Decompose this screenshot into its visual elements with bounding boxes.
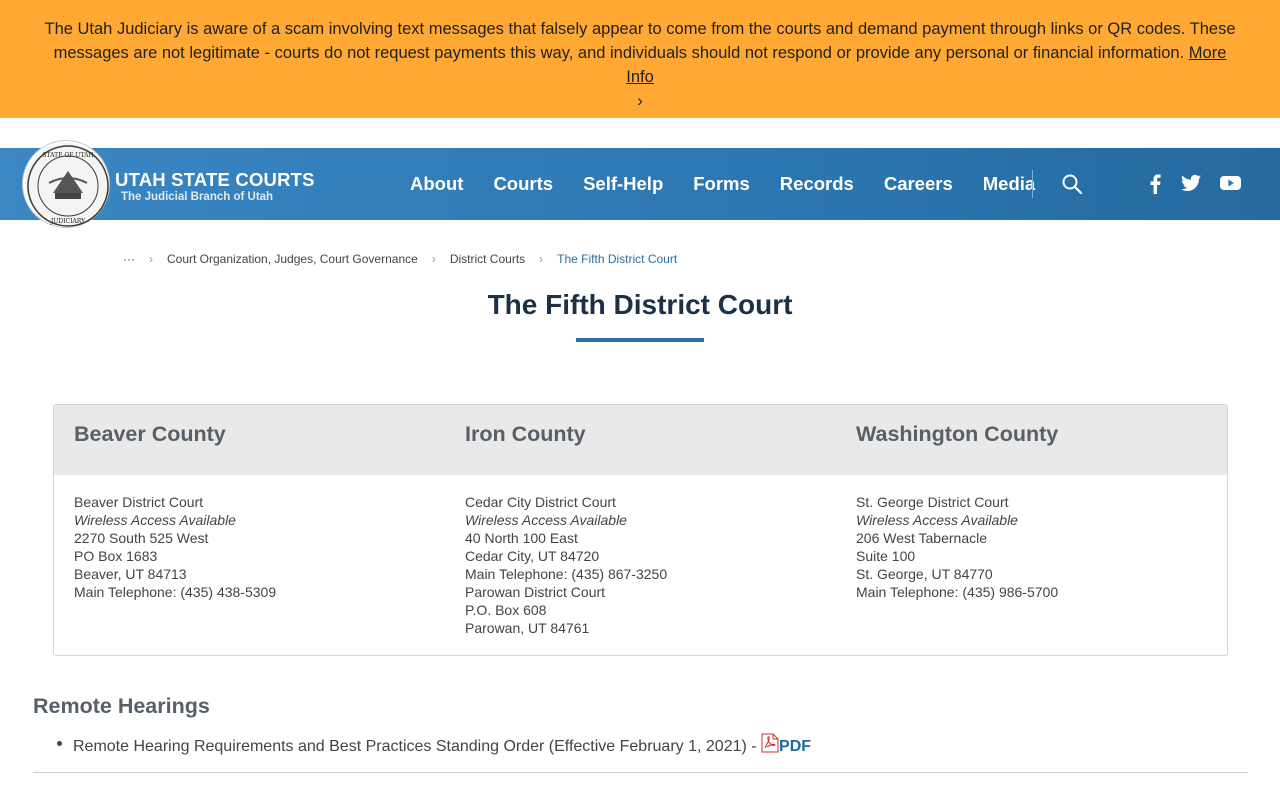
remote-hearings-list: Remote Hearing Requirements and Best Pra… — [57, 733, 811, 756]
breadcrumb-separator: › — [149, 252, 153, 266]
main-nav: About Courts Self-Help Forms Records Car… — [410, 148, 1065, 220]
nav-forms[interactable]: Forms — [693, 173, 750, 195]
nav-media[interactable]: Media — [983, 173, 1035, 195]
address-line: Cedar City, UT 84720 — [465, 548, 600, 564]
nav-courts[interactable]: Courts — [493, 173, 553, 195]
nav-records[interactable]: Records — [780, 173, 854, 195]
county-details-beaver: Beaver District Court Wireless Access Av… — [74, 493, 276, 601]
address-line: St. George, UT 84770 — [856, 566, 993, 582]
county-table-header: Beaver County Iron County Washington Cou… — [54, 405, 1227, 475]
wireless-note: Wireless Access Available — [465, 512, 627, 528]
address-line: 2270 South 525 West — [74, 530, 209, 546]
breadcrumb-current: The Fifth District Court — [557, 252, 678, 266]
twitter-icon[interactable] — [1181, 174, 1201, 194]
address-line: 40 North 100 East — [465, 530, 578, 546]
address-line: 206 West Tabernacle — [856, 530, 988, 546]
section-divider — [33, 772, 1248, 773]
breadcrumb: ··· › Court Organization, Judges, Court … — [123, 252, 677, 266]
youtube-icon[interactable] — [1220, 174, 1241, 194]
phone-line: Main Telephone: (435) 438-5309 — [74, 584, 277, 600]
nav-careers[interactable]: Careers — [884, 173, 953, 195]
address-line: Suite 100 — [856, 548, 916, 564]
list-item: Remote Hearing Requirements and Best Pra… — [57, 733, 811, 756]
nav-divider — [1032, 170, 1033, 198]
court-name: Parowan District Court — [465, 584, 606, 600]
chevron-right-icon[interactable]: › — [637, 89, 643, 113]
remote-hearing-order-text: Remote Hearing Requirements and Best Pra… — [73, 738, 762, 755]
county-heading-washington: Washington County — [856, 422, 1059, 446]
nav-about[interactable]: About — [410, 173, 463, 195]
breadcrumb-ellipsis[interactable]: ··· — [123, 252, 135, 266]
phone-line: Main Telephone: (435) 867-3250 — [465, 566, 668, 582]
utah-judiciary-seal-logo[interactable]: STATE OF UTAH JUDICIARY — [23, 141, 109, 227]
breadcrumb-court-organization[interactable]: Court Organization, Judges, Court Govern… — [167, 252, 418, 266]
address-line: Beaver, UT 84713 — [74, 566, 187, 582]
alert-text: The Utah Judiciary is aware of a scam in… — [44, 20, 1236, 62]
scam-alert-banner: The Utah Judiciary is aware of a scam in… — [0, 0, 1280, 118]
pdf-link[interactable]: PDF — [761, 733, 811, 755]
search-icon[interactable] — [1060, 172, 1084, 196]
county-heading-iron: Iron County — [465, 422, 586, 446]
seal-top-text: STATE OF UTAH — [42, 152, 93, 159]
wireless-note: Wireless Access Available — [74, 512, 236, 528]
page-title: The Fifth District Court — [487, 289, 793, 320]
site-header: STATE OF UTAH JUDICIARY UTAH STATE COURT… — [0, 141, 1280, 227]
title-underline — [576, 338, 704, 342]
county-details-washington: St. George District Court Wireless Acces… — [856, 493, 1058, 601]
nav-self-help[interactable]: Self-Help — [583, 173, 663, 195]
breadcrumb-district-courts[interactable]: District Courts — [450, 252, 525, 266]
address-line: P.O. Box 608 — [465, 602, 547, 618]
brand[interactable]: UTAH STATE COURTS The Judicial Branch of… — [115, 170, 315, 204]
county-details-iron: Cedar City District Court Wireless Acces… — [465, 493, 667, 637]
address-line: Parowan, UT 84761 — [465, 620, 590, 636]
brand-title[interactable]: UTAH STATE COURTS — [115, 170, 315, 190]
wireless-note: Wireless Access Available — [856, 512, 1018, 528]
brand-subtitle: The Judicial Branch of Utah — [121, 191, 274, 203]
court-name: St. George District Court — [856, 494, 1009, 510]
county-heading-beaver: Beaver County — [74, 422, 226, 446]
breadcrumb-separator: › — [431, 252, 436, 266]
pdf-icon[interactable] — [761, 733, 779, 753]
court-name: Beaver District Court — [74, 494, 204, 510]
remote-hearings-heading: Remote Hearings — [33, 694, 210, 718]
court-name: Cedar City District Court — [465, 494, 616, 510]
breadcrumb-separator: › — [539, 252, 544, 266]
address-line: PO Box 1683 — [74, 548, 158, 564]
county-table: Beaver County Iron County Washington Cou… — [53, 404, 1228, 656]
facebook-icon[interactable] — [1148, 174, 1162, 194]
seal-bottom-text: JUDICIARY — [50, 218, 86, 225]
phone-line: Main Telephone: (435) 986-5700 — [856, 584, 1059, 600]
pdf-link-label[interactable]: PDF — [779, 738, 811, 755]
